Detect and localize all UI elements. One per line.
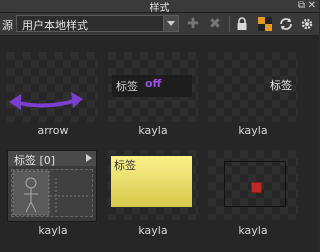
play-icon [86,154,92,162]
float-icon[interactable]: ⧉ [298,0,305,12]
add-icon[interactable]: ✚ [184,15,202,33]
marker-preview [224,161,286,207]
style-tile-label-right[interactable]: 标签 [208,52,298,122]
chevron-down-icon[interactable] [163,16,178,31]
styles-toolbar: 源 用户本地样式 ✚ ✖ [0,13,319,36]
checker-icon[interactable] [256,15,274,33]
label-preview-text: 标签 [270,79,292,92]
figure-placeholder-icon [12,170,90,216]
state-off-text: off [145,77,162,90]
lock-icon[interactable] [233,15,251,33]
style-tile-panel[interactable]: 标签 [0] [7,150,97,222]
yellow-label-preview: 标签 [110,155,193,208]
tile-caption: kayla [138,224,168,237]
label-preview-text: 标签 [114,159,136,172]
style-source-dropdown[interactable]: 用户本地样式 [16,15,179,32]
panel-header-text: 标签 [0] [14,154,56,167]
tile-caption: arrow [37,124,69,137]
panel-title: 样式 [149,3,170,14]
red-marker-icon [251,182,262,193]
delete-icon[interactable]: ✖ [206,15,224,33]
tile-caption: kayla [238,224,268,237]
toolbar-divider [229,16,230,32]
tile-caption: kayla [138,124,168,137]
panel-body [11,169,93,217]
refresh-icon[interactable] [277,15,295,33]
label-preview: 标签 off [112,75,192,97]
panel-header: 标签 [0] [8,151,96,167]
panel-titlebar: 样式 ⧉ ✕ [0,0,319,14]
label-preview-text: 标签 [116,80,138,93]
style-tile-label-off[interactable]: 标签 off [108,52,198,122]
arrow-preview-icon [9,92,83,110]
tile-caption: kayla [238,124,268,137]
tile-caption: kayla [38,224,68,237]
close-icon[interactable]: ✕ [308,0,316,12]
style-tile-arrow[interactable] [7,52,97,122]
settings-icon[interactable] [298,15,316,33]
style-source-value: 用户本地样式 [22,19,88,32]
source-label: 源 [2,19,13,32]
